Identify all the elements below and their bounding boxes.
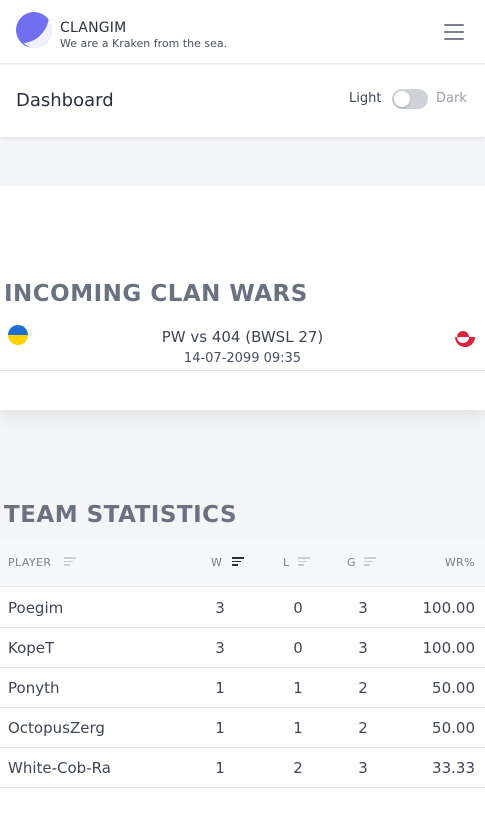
brand-name[interactable]: CLANGIM	[60, 20, 126, 36]
losses-value: 0	[293, 599, 303, 617]
games-value: 2	[358, 719, 368, 737]
winrate-value: 100.00	[422, 599, 476, 617]
player-name: KopeT	[8, 639, 55, 657]
team-statistics-table: PLAYER W L G WR% Poegim 3 0 3 100.00 Kop…	[0, 540, 485, 813]
winrate-value: 100.00	[422, 639, 476, 657]
table-row[interactable]: Poegim 3 0 3 100.00	[0, 588, 485, 628]
sort-g-icon[interactable]	[364, 557, 376, 567]
table-row[interactable]: KopeT 3 0 3 100.00	[0, 628, 485, 668]
winrate-value: 33.33	[432, 759, 475, 777]
clan-wars-card: INCOMING CLAN WARS PW vs 404 (BWSL 27) 1…	[0, 186, 485, 410]
games-value: 2	[358, 679, 368, 697]
wins-value: 3	[215, 599, 225, 617]
match-datetime: 14-07-2099 09:35	[183, 351, 302, 366]
wins-value: 1	[215, 719, 225, 737]
crescent-moon-logo-icon[interactable]	[16, 12, 52, 48]
player-name: OctopusZerg	[8, 719, 105, 737]
hamburger-menu-icon[interactable]	[444, 24, 464, 40]
losses-value: 0	[293, 639, 303, 657]
sort-l-icon[interactable]	[298, 557, 310, 567]
winrate-value: 50.00	[432, 679, 475, 697]
column-header-wr[interactable]: WR%	[445, 556, 475, 569]
sort-player-icon[interactable]	[64, 557, 76, 567]
table-header: PLAYER W L G WR%	[0, 540, 485, 587]
column-header-l[interactable]: L	[283, 556, 290, 569]
games-value: 3	[358, 759, 368, 777]
player-name: White-Cob-Ra	[8, 759, 111, 777]
top-navbar: CLANGIM We are a Kraken from the sea.	[0, 0, 485, 64]
greenland-flag-icon	[455, 327, 475, 347]
player-name: Poegim	[8, 599, 64, 617]
dark-mode-toggle[interactable]	[392, 89, 428, 109]
clan-wars-title: INCOMING CLAN WARS	[4, 281, 308, 307]
match-title[interactable]: PW vs 404 (BWSL 27)	[0, 328, 485, 346]
losses-value: 1	[293, 719, 303, 737]
column-header-player[interactable]: PLAYER	[8, 556, 51, 569]
losses-value: 1	[293, 679, 303, 697]
theme-dark-label: Dark	[436, 91, 467, 106]
wins-value: 1	[215, 759, 225, 777]
games-value: 3	[358, 639, 368, 657]
page-title: Dashboard	[16, 90, 114, 111]
wins-value: 3	[215, 639, 225, 657]
column-header-w[interactable]: W	[211, 556, 222, 569]
page-header: Dashboard Light Dark	[0, 65, 485, 137]
games-value: 3	[358, 599, 368, 617]
toggle-knob	[394, 91, 410, 107]
brand-tagline: We are a Kraken from the sea.	[60, 37, 228, 50]
match-divider	[0, 370, 485, 371]
table-row[interactable]: White-Cob-Ra 1 2 3 33.33	[0, 748, 485, 788]
wins-value: 1	[215, 679, 225, 697]
player-name: Ponyth	[8, 679, 60, 697]
table-row[interactable]: Ponyth 1 1 2 50.00	[0, 668, 485, 708]
winrate-value: 50.00	[432, 719, 475, 737]
team-statistics-title: TEAM STATISTICS	[4, 502, 238, 528]
sort-w-icon[interactable]	[232, 557, 244, 567]
theme-light-label: Light	[349, 91, 382, 106]
column-header-g[interactable]: G	[347, 556, 356, 569]
table-row[interactable]: OctopusZerg 1 1 2 50.00	[0, 708, 485, 748]
losses-value: 2	[293, 759, 303, 777]
